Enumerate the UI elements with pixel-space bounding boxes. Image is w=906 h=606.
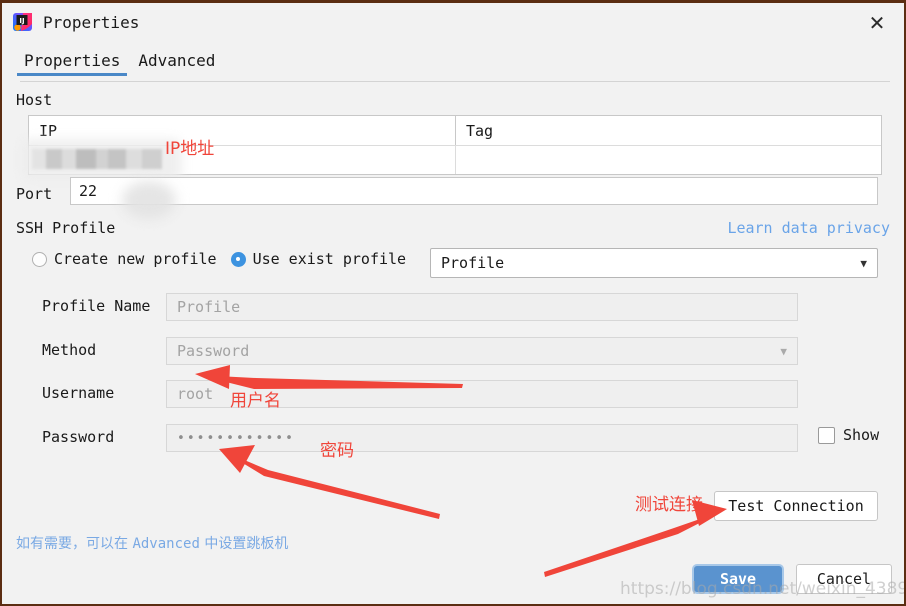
svg-text:IJ: IJ — [19, 17, 24, 25]
tab-bar: Properties Advanced — [2, 51, 904, 83]
host-section-label: Host — [16, 91, 53, 109]
password-label: Password — [42, 428, 115, 446]
intellij-idea-icon: IJ — [13, 12, 33, 32]
advanced-hint: 如有需要，可以在 Advanced 中设置跳板机 — [16, 533, 288, 553]
radio-icon-unchecked — [32, 251, 47, 267]
chevron-down-icon: ▼ — [860, 256, 867, 270]
annotation-label-test-connection: 测试连接 — [635, 495, 703, 515]
radio-label-create-new-profile: Create new profile — [54, 250, 217, 268]
port-blur-overlay — [122, 181, 176, 219]
watermark: https://blog.csdn.net/weixin_43897590 — [620, 579, 904, 599]
title-bar: IJ Properties ✕ — [2, 3, 904, 41]
radio-icon-checked — [230, 251, 246, 267]
profile-name-label: Profile Name — [42, 297, 151, 315]
radio-use-exist-profile[interactable]: Use exist profile — [230, 250, 407, 268]
profile-name-input[interactable]: Profile — [166, 293, 798, 321]
close-icon[interactable]: ✕ — [864, 10, 890, 36]
annotation-label-username: 用户名 — [230, 391, 281, 411]
ssh-profile-section-label: SSH Profile — [16, 219, 116, 237]
tab-properties[interactable]: Properties — [16, 51, 128, 76]
port-label: Port — [16, 185, 53, 203]
chevron-down-icon: ▼ — [780, 344, 787, 358]
username-row: Username root — [2, 380, 904, 408]
method-label: Method — [42, 341, 97, 359]
column-header-tag[interactable]: Tag — [455, 116, 881, 145]
properties-dialog: IJ Properties ✕ Properties Advanced Host… — [0, 0, 906, 606]
port-input[interactable]: 22 — [70, 177, 878, 205]
radio-label-use-exist-profile: Use exist profile — [252, 250, 407, 268]
profile-name-row: Profile Name Profile — [2, 293, 904, 321]
advanced-hint-suffix: 中设置跳板机 — [199, 536, 289, 552]
profile-select-dropdown[interactable]: Profile ▼ — [430, 248, 878, 278]
profile-select-value: Profile — [441, 254, 505, 272]
test-connection-button[interactable]: Test Connection — [714, 491, 878, 521]
ip-redacted-value — [32, 149, 162, 169]
tab-advanced[interactable]: Advanced — [134, 51, 219, 76]
profile-mode-radio-group: Create new profile Use exist profile — [32, 250, 406, 268]
password-row: Password •••••••••••• — [2, 424, 904, 452]
annotation-label-password: 密码 — [320, 441, 354, 461]
show-password-checkbox[interactable]: Show — [818, 426, 879, 444]
password-input[interactable]: •••••••••••• — [166, 424, 798, 452]
annotation-label-ip: IP地址 — [165, 139, 215, 159]
advanced-hint-link[interactable]: Advanced — [132, 536, 199, 552]
tab-divider — [20, 81, 890, 82]
method-row: Method Password ▼ — [2, 337, 904, 365]
learn-data-privacy-link[interactable]: Learn data privacy — [727, 219, 890, 237]
window-title: Properties — [43, 12, 140, 32]
cell-tag[interactable] — [455, 146, 881, 174]
radio-create-new-profile[interactable]: Create new profile — [32, 250, 217, 268]
advanced-hint-prefix: 如有需要，可以在 — [16, 536, 133, 552]
checkbox-icon-unchecked — [818, 426, 835, 444]
show-password-label: Show — [843, 426, 880, 444]
username-label: Username — [42, 384, 115, 402]
password-masked-value: •••••••••••• — [177, 430, 295, 446]
method-value: Password — [177, 342, 250, 360]
method-dropdown[interactable]: Password ▼ — [166, 337, 798, 365]
